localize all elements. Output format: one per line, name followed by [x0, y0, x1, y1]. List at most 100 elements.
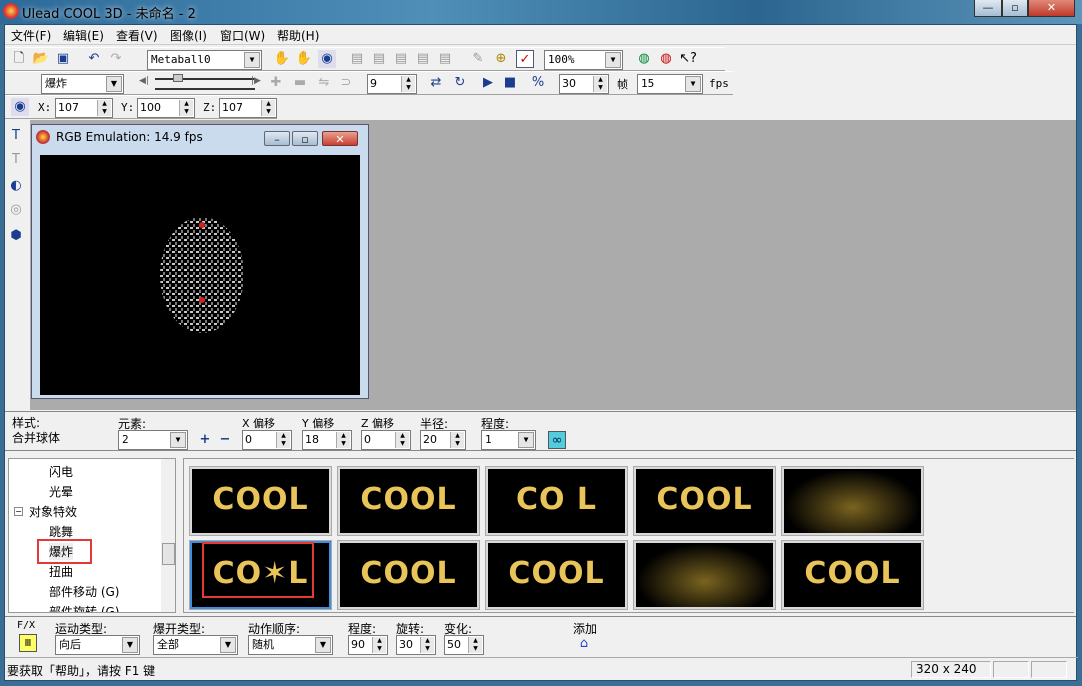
effect-thumbnail[interactable]: COOL	[633, 466, 776, 536]
tree-scrollbar[interactable]	[161, 459, 175, 612]
loop-key-icon[interactable]: ⊃	[337, 74, 355, 92]
redo-icon[interactable]: ↷	[107, 50, 125, 68]
tree-item-glow[interactable]: 光晕	[49, 483, 73, 500]
pingpong-icon[interactable]: ↻	[451, 74, 469, 92]
tree-item-twist[interactable]: 扭曲	[49, 563, 73, 580]
menu-view[interactable]: 查看(V)	[116, 27, 158, 44]
effect-thumbnail[interactable]: COOL	[337, 466, 480, 536]
spin-arrows-icon[interactable]: ▲ ▼	[450, 432, 464, 448]
chart-icon[interactable]: ✓	[516, 50, 534, 68]
remove-element-icon[interactable]: −	[216, 431, 234, 449]
web-icon[interactable]: ◍	[635, 50, 653, 68]
help-pointer-icon[interactable]: ↖?	[679, 50, 697, 68]
motion-select[interactable]: 向后 ▼	[55, 635, 140, 655]
spin-arrows-icon[interactable]: ▲ ▼	[179, 100, 193, 116]
insert-geometry-icon[interactable]: ◐	[7, 177, 25, 195]
effect-thumbnail[interactable]: COOL	[485, 540, 628, 610]
preview-minimize-button[interactable]: –	[264, 131, 290, 146]
bevel-3-icon[interactable]: ▤	[392, 50, 410, 68]
last-key-icon[interactable]: |▶	[247, 72, 265, 90]
spin-arrows-icon[interactable]: ▲ ▼	[593, 76, 607, 92]
collapse-icon[interactable]: −	[14, 507, 23, 516]
bevel-5-icon[interactable]: ▤	[436, 50, 454, 68]
add-to-gallery-icon[interactable]: ⌂	[575, 635, 593, 653]
object-cube-icon[interactable]: ⬢	[7, 227, 25, 245]
edit-geometry-icon[interactable]: ◎	[7, 201, 25, 219]
menu-window[interactable]: 窗口(W)	[220, 27, 265, 44]
effect-thumbnail[interactable]: COOL	[781, 540, 924, 610]
render-canvas[interactable]	[40, 155, 360, 395]
timeline-thumb[interactable]	[173, 74, 183, 82]
effect-select[interactable]: 爆炸 ▼	[41, 74, 124, 94]
effect-thumbnail[interactable]: COOL	[189, 466, 332, 536]
menu-edit[interactable]: 编辑(E)	[63, 27, 104, 44]
tree-scroll-thumb[interactable]	[162, 543, 175, 565]
smooth-icon[interactable]: %	[529, 74, 547, 92]
frame-spinner[interactable]: 9 ▲ ▼	[367, 74, 417, 94]
position-icon[interactable]: ◉	[11, 98, 29, 116]
menu-help[interactable]: 帮助(H)	[277, 27, 319, 44]
hand-icon[interactable]: ✋	[273, 50, 291, 68]
y-offset-spinner[interactable]: 18 ▲ ▼	[302, 430, 352, 450]
size-icon[interactable]: ◉	[318, 50, 336, 68]
rotate-hand-icon[interactable]: ✋	[295, 50, 313, 68]
effect-thumbnail[interactable]	[781, 466, 924, 536]
spin-arrows-icon[interactable]: ▲ ▼	[261, 100, 275, 116]
spin-arrows-icon[interactable]: ▲ ▼	[372, 637, 386, 653]
undo-icon[interactable]: ↶	[85, 50, 103, 68]
param-degree-spinner[interactable]: 90 ▲ ▼	[348, 635, 388, 655]
edit-text-icon[interactable]: T	[7, 151, 25, 169]
menu-file[interactable]: 文件(F)	[11, 27, 51, 44]
tree-item-object-effects[interactable]: 对象特效	[29, 503, 77, 520]
metaball-link-icon[interactable]: ∞	[548, 431, 566, 449]
y-spinner[interactable]: 100 ▲ ▼	[137, 98, 195, 118]
open-icon[interactable]: 📂	[32, 50, 50, 68]
bevel-2-icon[interactable]: ▤	[370, 50, 388, 68]
add-element-icon[interactable]: +	[196, 431, 214, 449]
fps-select[interactable]: 15 ▼	[637, 74, 703, 94]
tree-item-dance[interactable]: 跳舞	[49, 523, 73, 540]
spin-arrows-icon[interactable]: ▲ ▼	[276, 432, 290, 448]
new-icon[interactable]: 🗋	[10, 50, 28, 68]
z-offset-spinner[interactable]: 0 ▲ ▼	[361, 430, 411, 450]
burst-select[interactable]: 全部 ▼	[153, 635, 238, 655]
reverse-key-icon[interactable]: ⇋	[315, 74, 333, 92]
zoom-select[interactable]: 100% ▼	[544, 50, 623, 70]
radius-spinner[interactable]: 20 ▲ ▼	[420, 430, 466, 450]
timeline-slider[interactable]	[155, 78, 255, 80]
save-icon[interactable]: ▣	[54, 50, 72, 68]
object-select[interactable]: Metaball0 ▼	[147, 50, 262, 70]
close-button[interactable]: ✕	[1028, 0, 1075, 17]
spin-arrows-icon[interactable]: ▲ ▼	[395, 432, 409, 448]
preview-close-button[interactable]: ✕	[322, 131, 358, 146]
tree-item-part-rotate[interactable]: 部件旋转 (G)	[49, 603, 119, 612]
tree-item-part-move[interactable]: 部件移动 (G)	[49, 583, 119, 600]
light-icon[interactable]: ✎	[469, 50, 487, 68]
globe-icon[interactable]: ⊕	[492, 50, 510, 68]
degree-select[interactable]: 1 ▼	[481, 430, 536, 450]
remove-key-icon[interactable]: ▬	[291, 74, 309, 92]
spin-arrows-icon[interactable]: ▲ ▼	[420, 637, 434, 653]
add-key-icon[interactable]: ✚	[267, 74, 285, 92]
effect-thumbnail[interactable]: COOL	[337, 540, 480, 610]
spin-arrows-icon[interactable]: ▲ ▼	[97, 100, 111, 116]
play-icon[interactable]: ▶	[479, 74, 497, 92]
x-offset-spinner[interactable]: 0 ▲ ▼	[242, 430, 292, 450]
z-spinner[interactable]: 107 ▲ ▼	[219, 98, 277, 118]
first-key-icon[interactable]: ◀|	[135, 72, 153, 90]
bevel-4-icon[interactable]: ▤	[414, 50, 432, 68]
effect-thumbnail[interactable]	[633, 540, 776, 610]
loop-icon[interactable]: ⇄	[427, 74, 445, 92]
gallery-scrollbar[interactable]	[1059, 459, 1074, 612]
change-spinner[interactable]: 50 ▲ ▼	[444, 635, 484, 655]
elements-select[interactable]: 2 ▼	[118, 430, 188, 450]
spin-arrows-icon[interactable]: ▲ ▼	[468, 637, 482, 653]
rotate-spinner[interactable]: 30 ▲ ▼	[396, 635, 436, 655]
tree-item-lightning[interactable]: 闪电	[49, 463, 73, 480]
menu-image[interactable]: 图像(I)	[170, 27, 207, 44]
preview-maximize-button[interactable]: ▫	[292, 131, 318, 146]
range-slider[interactable]	[155, 88, 255, 90]
effect-thumbnail[interactable]: CO L	[485, 466, 628, 536]
order-select[interactable]: 随机 ▼	[248, 635, 333, 655]
web-export-icon[interactable]: ◍	[657, 50, 675, 68]
